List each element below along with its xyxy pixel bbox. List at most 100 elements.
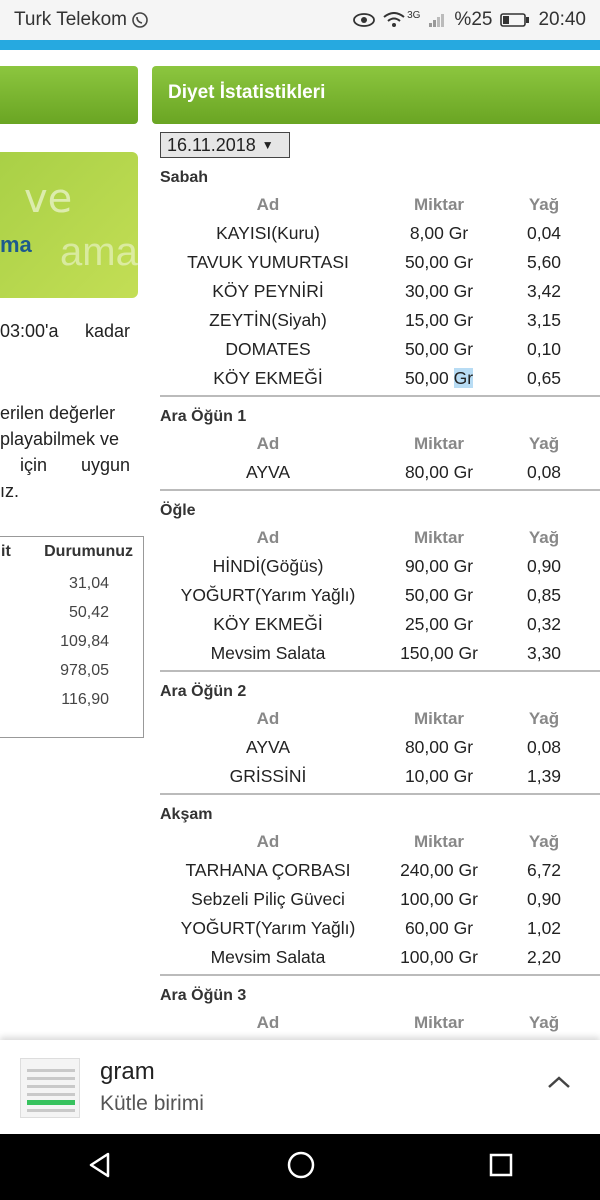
wifi-icon [383,12,405,28]
status-bar: Turk Telekom 3G %25 20:40 [0,0,600,40]
food-name: KÖY PEYNİRİ [212,281,324,301]
food-amount: 150,00 Gr [400,643,478,663]
date-select-value: 16.11.2018 [167,134,256,155]
food-amount: 100,00 Gr [400,889,478,909]
col-miktar-header: Miktar [413,433,465,453]
col-yag-header: Yağ [528,708,560,728]
food-fat: 0,90 [526,556,562,576]
meal-section: Ara Öğün 2 Ad Miktar Yağ AYVA 80,00 Gr 0… [152,680,600,795]
chevron-up-icon[interactable] [546,1074,572,1095]
left-table-value: 978,05 [60,662,109,679]
col-yag-header: Yağ [528,1012,560,1032]
food-name: TARHANA ÇORBASI [185,860,351,880]
diet-stats-panel: Diyet İstatistikleri 16.11.2018 ▼ Sabah … [152,50,600,1040]
food-row: KÖY EKMEĞİ 25,00 Gr 0,32 [152,610,600,639]
meal-table-header: Ad Miktar Yağ [152,704,600,733]
text-lookup-card[interactable]: gram Kütle birimi [0,1040,600,1134]
food-amount: 25,00 Gr [404,614,474,634]
food-row: TAVUK YUMURTASI 50,00 Gr 5,60 [152,248,600,277]
status-icons: 3G %25 20:40 [353,9,586,31]
page-top-accent-bar [0,40,600,50]
meal-title: Öğle [160,502,196,519]
food-fat: 3,30 [526,643,562,663]
battery-icon [500,12,530,28]
food-amount-number: 50,00 [404,368,449,388]
meal-section: Sabah Ad Miktar Yağ KAYISI(Kuru) 8,00 Gr… [152,166,600,397]
dropdown-arrow-icon: ▼ [261,138,274,152]
system-nav-bar [0,1134,600,1200]
food-amount: 50,00 Gr [404,252,474,272]
food-amount: 80,00 Gr [404,462,474,482]
food-row: YOĞURT(Yarım Yağlı) 60,00 Gr 1,02 [152,914,600,943]
meal-table-header: Ad Miktar Yağ [152,827,600,856]
date-select[interactable]: 16.11.2018 ▼ [160,132,290,158]
recents-icon[interactable] [488,1152,514,1183]
lookup-thumbnail [20,1058,80,1118]
lookup-subtitle: Kütle birimi [100,1092,204,1115]
meal-table-header: Ad Miktar Yağ [152,190,600,219]
food-name: Mevsim Salata [210,947,326,967]
back-icon[interactable] [86,1151,114,1184]
food-row: KAYISI(Kuru) 8,00 Gr 0,04 [152,219,600,248]
banner-text-ama: ama [60,230,138,274]
meal-title: Ara Öğün 3 [160,987,247,1004]
food-name: KÖY EKMEĞİ [213,368,323,388]
home-icon[interactable] [286,1150,316,1185]
food-fat: 0,04 [526,223,562,243]
banner-text-ma: ma [0,232,32,257]
col-yag-header: Yağ [528,527,560,547]
meal-section: Akşam Ad Miktar Yağ TARHANA ÇORBASI 240,… [152,803,600,976]
food-amount: 60,00 Gr [404,918,474,938]
food-row: TARHANA ÇORBASI 240,00 Gr 6,72 [152,856,600,885]
food-amount: 15,00 Gr [404,310,474,330]
food-row: Sebzeli Piliç Güveci 100,00 Gr 0,90 [152,885,600,914]
food-row: ZEYTİN(Siyah) 15,00 Gr 3,15 [152,306,600,335]
meal-table-header: Ad Miktar Yağ [152,523,600,552]
food-fat: 3,42 [526,281,562,301]
left-text-fragment: 03:00'a [0,321,59,341]
meal-divider [160,974,600,976]
promo-banner[interactable]: ve ma ama [0,152,138,298]
meal-list: Sabah Ad Miktar Yağ KAYISI(Kuru) 8,00 Gr… [152,166,600,1040]
left-info-text-2: erilen değerler playabilmek ve için uygu… [0,400,130,504]
signal-icon [428,12,446,28]
left-text-fragment: için [20,455,48,475]
meal-divider [160,793,600,795]
col-miktar-header: Miktar [413,527,465,547]
food-row: KÖY PEYNİRİ 30,00 Gr 3,42 [152,277,600,306]
food-amount: 90,00 Gr [404,556,474,576]
left-text-line: playabilmek ve [0,429,120,449]
food-fat: 0,08 [526,462,562,482]
food-fat: 0,85 [526,585,562,605]
meal-section: Öğle Ad Miktar Yağ HİNDİ(Göğüs) 90,00 Gr… [152,499,600,672]
col-miktar-header: Miktar [413,1012,465,1032]
battery-percent: %25 [454,9,493,30]
food-amount: 240,00 Gr [400,860,478,880]
left-table-value: 109,84 [60,633,109,650]
food-fat: 6,72 [526,860,562,880]
food-name: KAYISI(Kuru) [216,223,320,243]
food-amount: 50,00 Gr [384,368,494,389]
selected-text-highlight[interactable]: Gr [453,368,474,388]
col-yag-header: Yağ [528,433,560,453]
col-miktar-header: Miktar [413,708,465,728]
meal-divider [160,395,600,397]
meal-divider [160,489,600,491]
food-name: DOMATES [225,339,311,359]
food-row: KÖY EKMEĞİ 50,00 Gr 0,65 [152,364,600,393]
whatsapp-icon [131,11,149,29]
left-text-line: erilen değerler [0,403,116,423]
left-table-header: it Durumunuz [0,537,143,569]
food-amount: 8,00 Gr [409,223,469,243]
diet-stats-header: Diyet İstatistikleri [152,66,600,124]
left-info-text-1: 03:00'a kadar [0,318,130,344]
food-row: Mevsim Salata 150,00 Gr 3,30 [152,639,600,668]
eye-icon [353,12,375,28]
left-table-header-cell: Durumunuz [44,543,133,560]
banner-text-ve: ve [24,176,73,222]
meal-title: Ara Öğün 1 [160,408,247,425]
meal-table-header: Ad Miktar Yağ [152,1008,600,1037]
left-text-fragment: uygun [80,455,130,475]
food-fat: 2,20 [526,947,562,967]
food-row: HİNDİ(Göğüs) 90,00 Gr 0,90 [152,552,600,581]
